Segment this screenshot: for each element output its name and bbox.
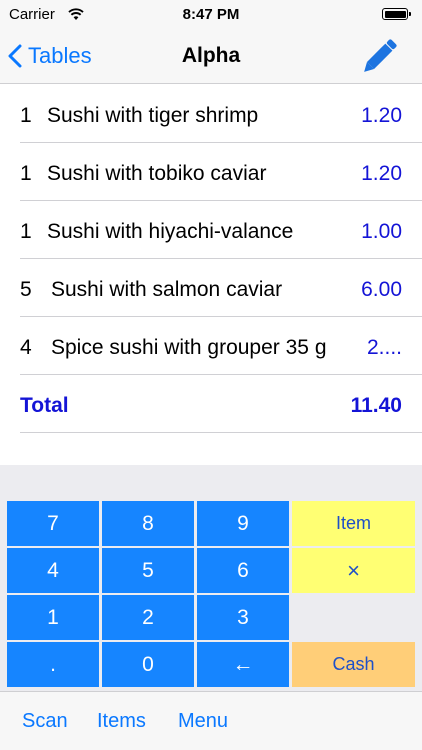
- item-name: Sushi with hiyachi-valance: [47, 220, 294, 243]
- order-row[interactable]: 1 Sushi with hiyachi-valance 1.00: [0, 201, 422, 259]
- pencil-icon[interactable]: [356, 34, 402, 80]
- key-3[interactable]: 3: [197, 595, 289, 640]
- item-quantity: 5: [20, 278, 32, 301]
- status-bar: Carrier 8:47 PM: [0, 0, 422, 28]
- key-1[interactable]: 1: [7, 595, 99, 640]
- item-button[interactable]: Item: [292, 501, 415, 546]
- navigation-bar: Tables Alpha: [0, 28, 422, 84]
- order-row[interactable]: 4 Spice sushi with grouper 35 g 2....: [0, 317, 422, 375]
- key-8[interactable]: 8: [102, 501, 194, 546]
- item-name: Sushi with tobiko caviar: [47, 162, 267, 185]
- total-value: 11.40: [350, 394, 402, 417]
- key-2[interactable]: 2: [102, 595, 194, 640]
- item-quantity: 1: [20, 220, 32, 243]
- key-0[interactable]: 0: [102, 642, 194, 687]
- keypad: 7 8 9 Item 4 5 6 × 1 2 3 . 0 ← Cash: [0, 501, 422, 687]
- key-decimal[interactable]: .: [7, 642, 99, 687]
- status-time: 8:47 PM: [182, 6, 240, 23]
- backspace-button[interactable]: ←: [197, 642, 289, 687]
- battery-icon: [382, 8, 411, 20]
- order-list: 1 Sushi with tiger shrimp 1.20 1 Sushi w…: [0, 85, 422, 433]
- order-row[interactable]: 1 Sushi with tiger shrimp 1.20: [0, 85, 422, 143]
- key-7[interactable]: 7: [7, 501, 99, 546]
- key-4[interactable]: 4: [7, 548, 99, 593]
- key-5[interactable]: 5: [102, 548, 194, 593]
- multiply-button[interactable]: ×: [292, 548, 415, 593]
- item-price: 1.20: [361, 162, 402, 185]
- tab-bar: Scan Items Menu: [0, 691, 422, 750]
- item-price: 6.00: [361, 278, 402, 301]
- item-price: 1.20: [361, 104, 402, 127]
- item-quantity: 1: [20, 162, 32, 185]
- key-6[interactable]: 6: [197, 548, 289, 593]
- tab-menu[interactable]: Menu: [178, 710, 228, 733]
- total-row: Total 11.40: [0, 375, 422, 433]
- cash-button[interactable]: Cash: [292, 642, 415, 687]
- item-price: 2....: [366, 336, 402, 359]
- item-quantity: 4: [20, 336, 32, 359]
- tab-items[interactable]: Items: [97, 710, 146, 733]
- order-row[interactable]: 1 Sushi with tobiko caviar 1.20: [0, 143, 422, 201]
- item-quantity: 1: [20, 104, 32, 127]
- total-label: Total: [20, 394, 69, 417]
- item-price: 1.00: [361, 220, 402, 243]
- item-name: Spice sushi with grouper 35 g: [51, 336, 327, 359]
- item-name: Sushi with salmon caviar: [51, 278, 283, 301]
- tab-scan[interactable]: Scan: [22, 710, 68, 733]
- item-name: Sushi with tiger shrimp: [47, 104, 259, 127]
- key-9[interactable]: 9: [197, 501, 289, 546]
- empty-key: [292, 595, 415, 640]
- order-row[interactable]: 5 Sushi with salmon caviar 6.00: [0, 259, 422, 317]
